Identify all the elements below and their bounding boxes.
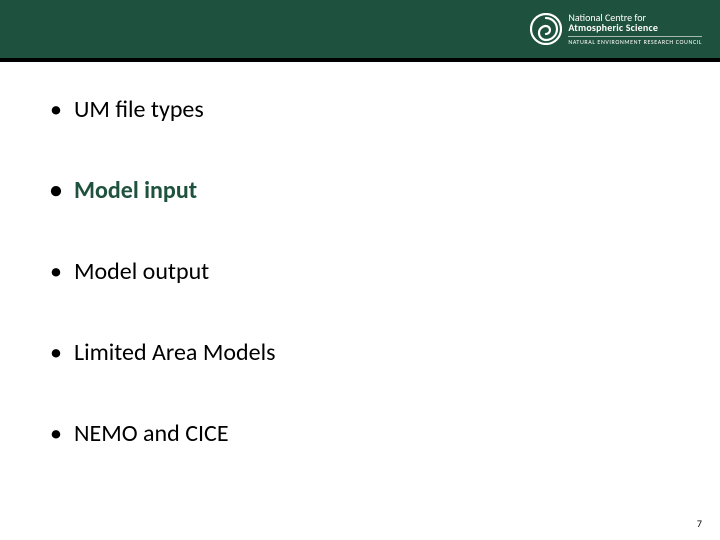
bullet-item: Model input bbox=[50, 176, 660, 205]
logo-line3: NATURAL ENVIRONMENT RESEARCH COUNCIL bbox=[568, 36, 702, 45]
bullet-list: UM file types Model input Model output L… bbox=[50, 95, 660, 448]
header-band: National Centre for Atmospheric Science … bbox=[0, 0, 720, 62]
logo-text: National Centre for Atmospheric Science … bbox=[568, 13, 702, 45]
bullet-text: NEMO and CICE bbox=[74, 419, 229, 448]
logo-line2: Atmospheric Science bbox=[568, 23, 702, 34]
slide-content: UM file types Model input Model output L… bbox=[50, 95, 660, 500]
bullet-item: UM file types bbox=[50, 95, 660, 124]
swirl-logo-icon bbox=[530, 13, 562, 45]
bullet-item: Model output bbox=[50, 257, 660, 286]
bullet-text: Model output bbox=[74, 257, 209, 286]
bullet-text: UM file types bbox=[74, 95, 204, 124]
page-number: 7 bbox=[697, 517, 702, 530]
bullet-item: NEMO and CICE bbox=[50, 419, 660, 448]
bullet-item: Limited Area Models bbox=[50, 338, 660, 367]
bullet-text: Model input bbox=[74, 176, 197, 205]
logo: National Centre for Atmospheric Science … bbox=[530, 10, 702, 48]
bullet-text: Limited Area Models bbox=[74, 338, 275, 367]
